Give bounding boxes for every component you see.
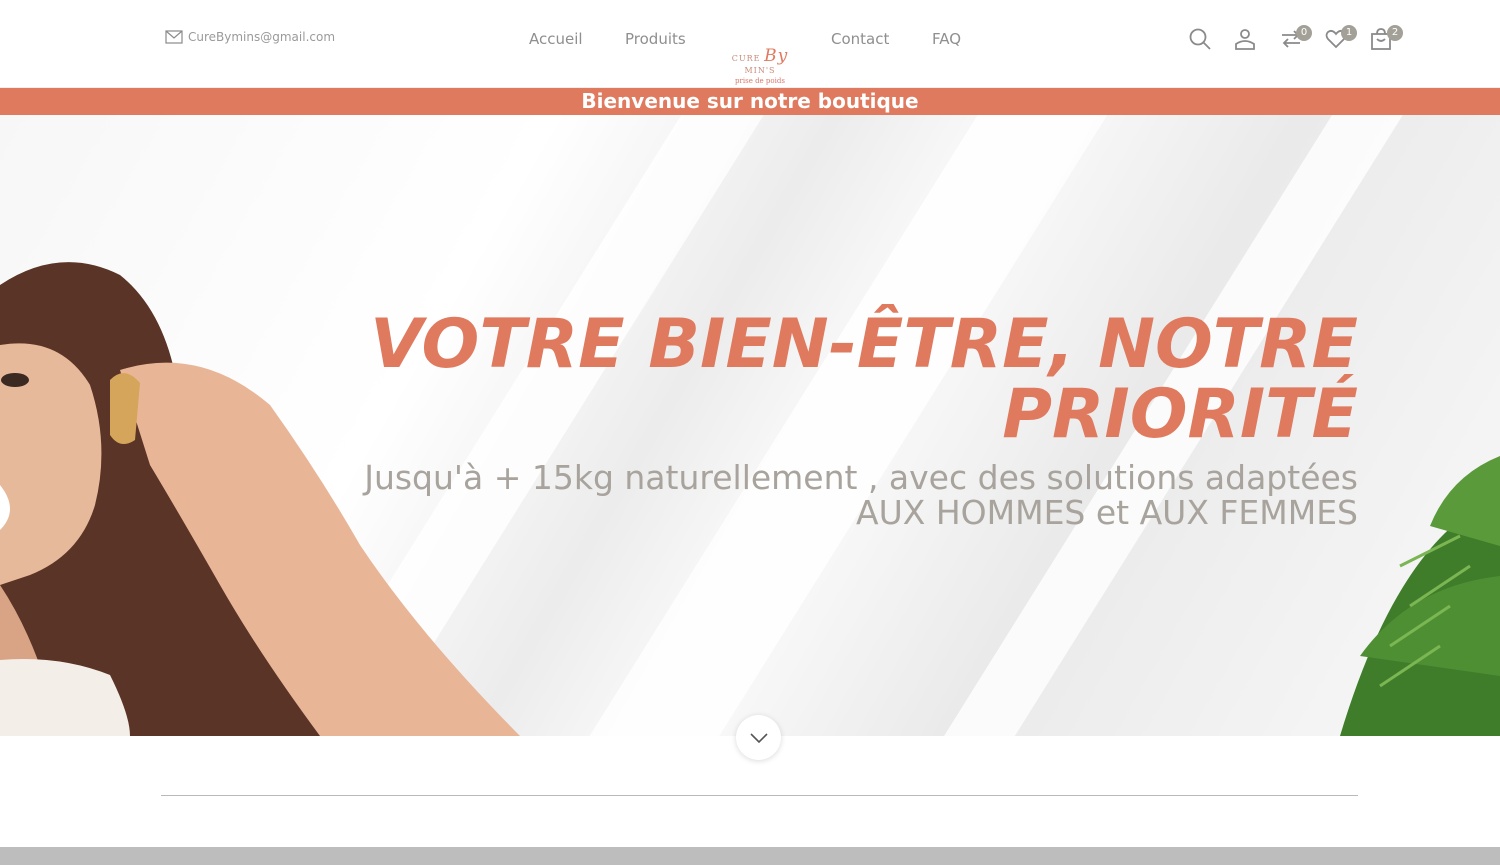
nav-accueil[interactable]: Accueil: [529, 30, 583, 48]
wishlist-count-badge: 1: [1341, 25, 1357, 41]
scroll-down-button[interactable]: [736, 715, 781, 760]
hero-subtitle: Jusqu'à + 15kg naturellement , avec des …: [308, 460, 1358, 530]
hero-headline: VOTRE BIEN-ÊTRE, NOTRE PRIORITÉ: [358, 310, 1358, 450]
wishlist-heart-icon[interactable]: 1: [1323, 25, 1357, 52]
welcome-banner: Bienvenue sur notre boutique: [0, 88, 1500, 115]
logo-by: By: [764, 46, 789, 66]
nav-produits[interactable]: Produits: [625, 30, 686, 48]
compare-icon[interactable]: 0: [1278, 25, 1312, 52]
hero-section: VOTRE BIEN-ÊTRE, NOTRE PRIORITÉ Jusqu'à …: [0, 115, 1500, 736]
site-logo[interactable]: CURE By MIN'S prise de poids: [720, 48, 800, 86]
next-section-strip: [0, 847, 1500, 865]
site-header: CureBymins@gmail.com Accueil Produits CU…: [0, 0, 1500, 88]
nav-faq[interactable]: FAQ: [932, 30, 961, 48]
section-divider: [161, 795, 1358, 796]
header-actions: 0 1 2: [1185, 24, 1415, 56]
logo-cure: CURE: [731, 54, 761, 63]
compare-count-badge: 0: [1296, 25, 1312, 41]
chevron-down-icon: [749, 732, 768, 743]
logo-mins: MIN'S: [744, 66, 776, 75]
search-icon[interactable]: [1187, 26, 1213, 52]
account-icon[interactable]: [1232, 26, 1258, 52]
nav-contact[interactable]: Contact: [831, 30, 889, 48]
subtitle-line-1: Jusqu'à + 15kg naturellement , avec des …: [364, 458, 1358, 497]
headline-line-2: PRIORITÉ: [1002, 375, 1358, 454]
headline-line-1: VOTRE BIEN-ÊTRE, NOTRE: [370, 305, 1358, 384]
subtitle-line-2: AUX HOMMES et AUX FEMMES: [856, 493, 1358, 532]
logo-tagline: prise de poids: [735, 77, 785, 85]
cart-count-badge: 2: [1387, 25, 1403, 41]
cart-bag-icon[interactable]: 2: [1368, 25, 1403, 52]
